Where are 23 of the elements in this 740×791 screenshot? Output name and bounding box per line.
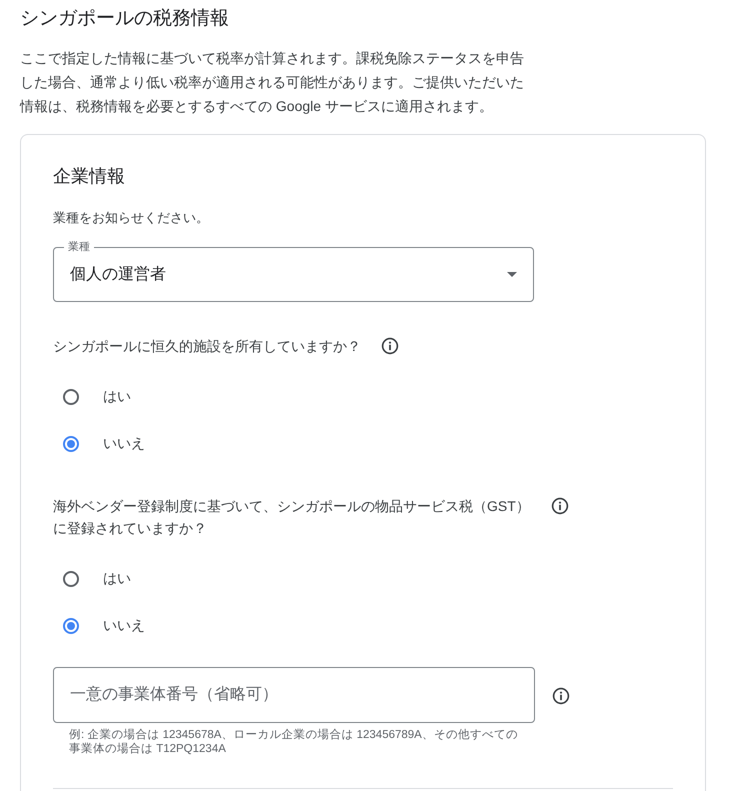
hint-text: 例: 企業の場合は 12345678A、ローカル企業の場合は 123456789A、その他すべての事業体の場合は T12PQ1234A: [68, 728, 519, 756]
description: ここで指定した情報に基づいて税率が計算されます。課税免除ステータスを申告した場合、通常より低い税率が適用される可能性があります。ご提供いただいた情報は、税務情報を必要とするすべての Google サービスに適用されます。: [20, 49, 525, 116]
radio-button[interactable]: [63, 388, 79, 404]
business-type-dropdown[interactable]: 業種 個人の運営者: [53, 240, 534, 302]
caret-icon: [507, 272, 517, 277]
field-label: 業種: [67, 240, 91, 254]
page-title: シンガポールの税務情報: [20, 7, 230, 31]
selected-value: 個人の運営者: [70, 264, 167, 285]
option-label: いいえ: [103, 616, 145, 634]
question-text: シンガポールに恒久的施設を所有していますか？: [53, 337, 361, 356]
radio-button[interactable]: [63, 618, 79, 634]
option-label: いいえ: [103, 434, 145, 452]
radio-button[interactable]: [63, 436, 79, 452]
info-icon[interactable]: [552, 687, 570, 705]
option-label: はい: [103, 388, 131, 406]
section-heading: 企業情報: [53, 165, 126, 188]
info-icon[interactable]: [551, 497, 569, 515]
question-text: 海外ベンダー登録制度に基づいて、シンガポールの物品サービス税（GST）に登録されていますか？: [53, 497, 531, 538]
info-icon[interactable]: [381, 337, 399, 355]
prompt-text: 業種をお知らせください。: [53, 209, 210, 227]
input-field[interactable]: 一意の事業体番号（省略可）: [53, 667, 535, 723]
radio-button[interactable]: [63, 570, 79, 586]
option-label: はい: [103, 570, 131, 588]
